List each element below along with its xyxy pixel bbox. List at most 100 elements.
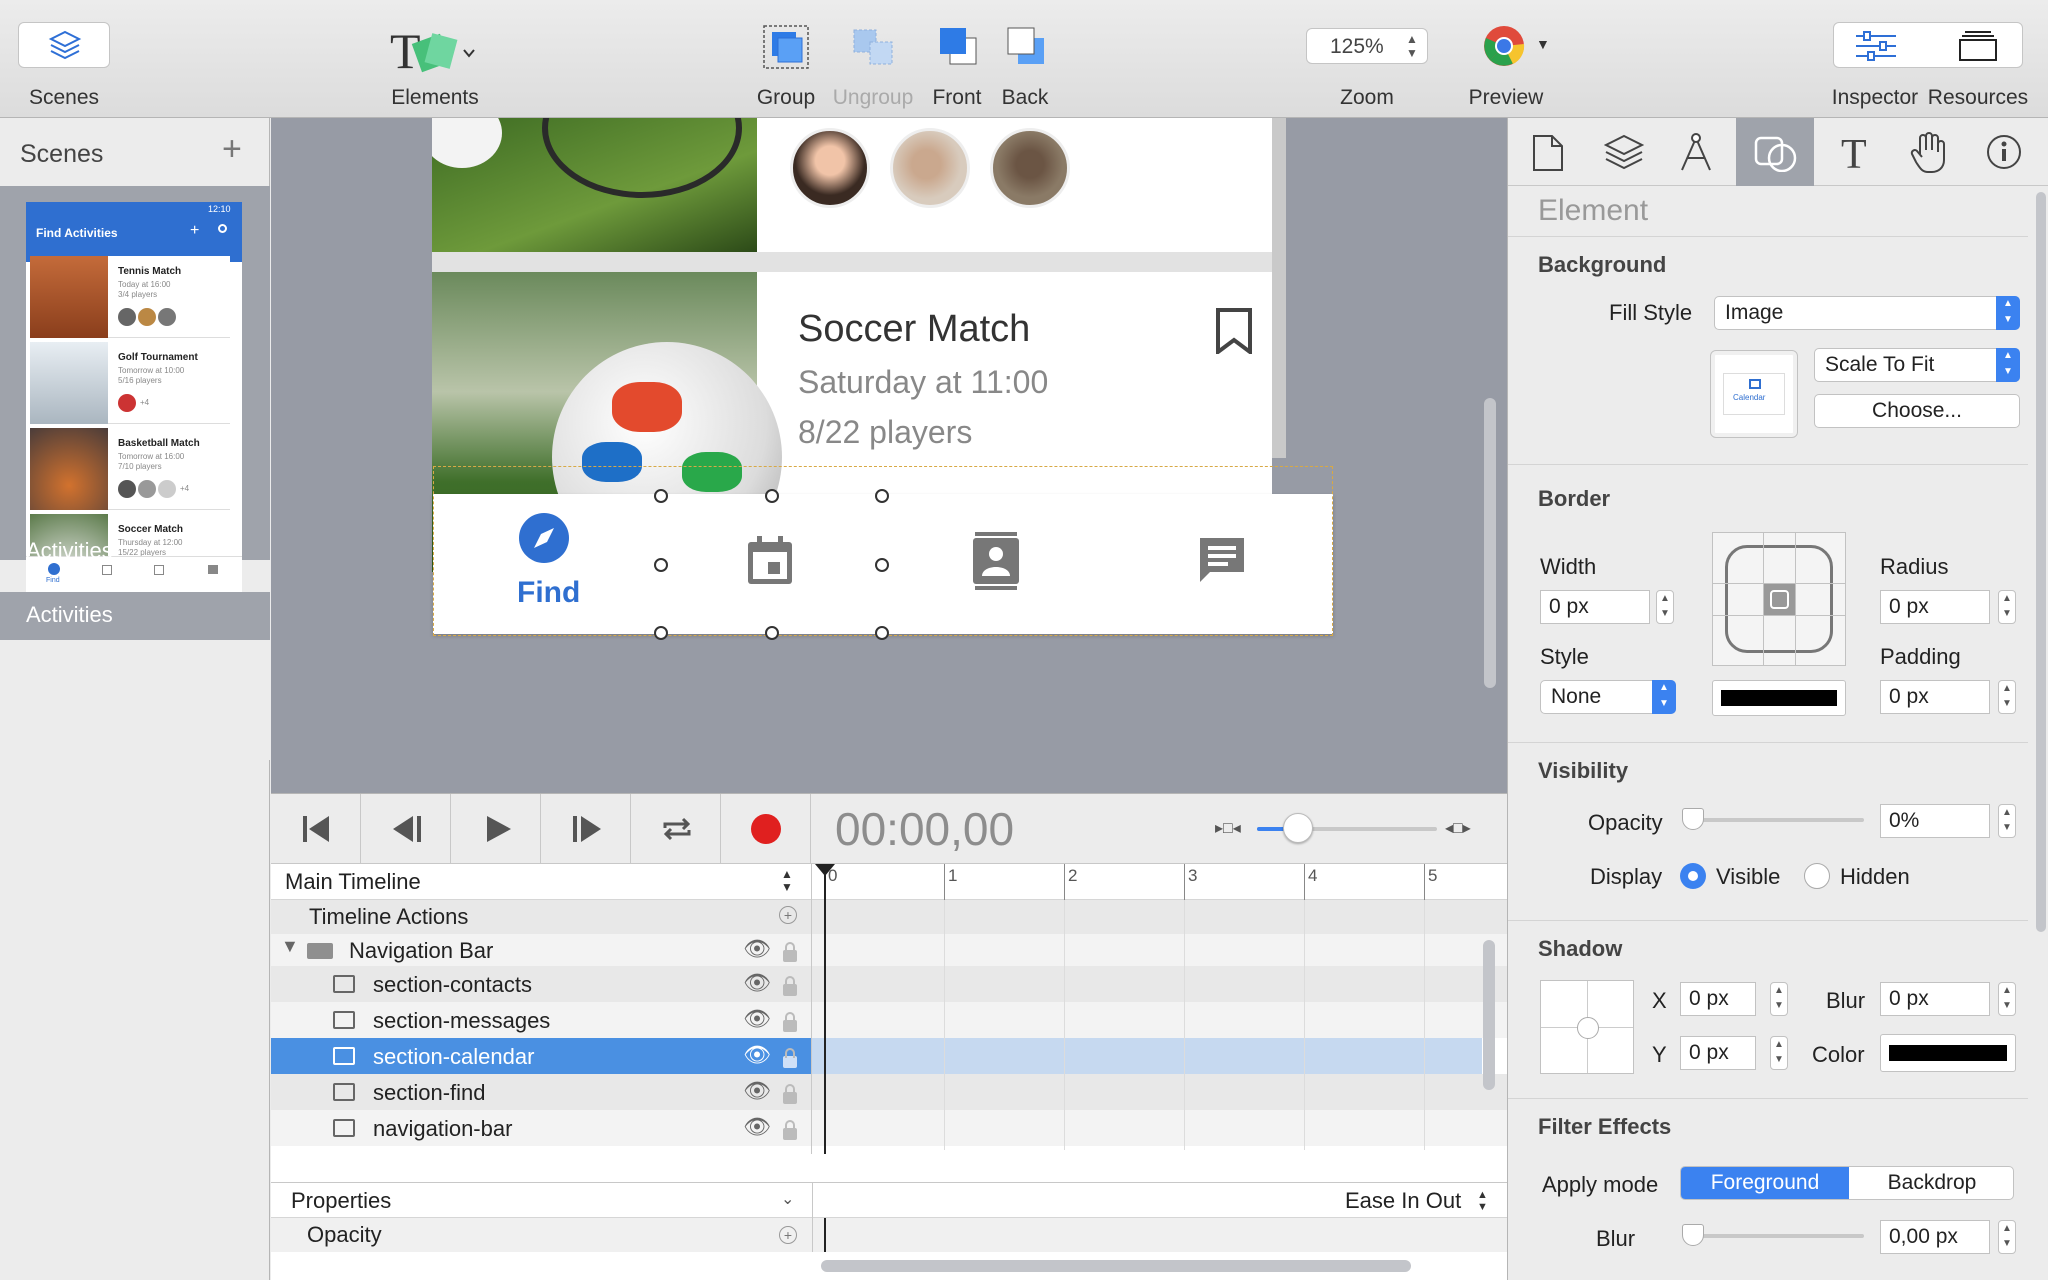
layer-row[interactable]: section-find 👁 <box>271 1074 811 1110</box>
scene-item-selected[interactable]: 12:10 Find Activities + Tennis Match Tod… <box>0 186 270 592</box>
step-forward-button[interactable] <box>541 794 631 864</box>
easing-selector[interactable]: Ease In Out <box>1345 1188 1461 1214</box>
playhead-marker[interactable] <box>815 864 835 876</box>
image-well[interactable]: Calendar <box>1710 350 1798 438</box>
border-radius-field[interactable]: 0 px <box>1880 590 1990 624</box>
border-sides-selector[interactable] <box>1712 532 1846 666</box>
metrics-icon[interactable] <box>1678 132 1714 172</box>
bring-front-button[interactable]: Front <box>924 22 990 112</box>
resize-handle[interactable] <box>654 626 668 640</box>
layer-row[interactable]: section-messages 👁 <box>271 1002 811 1038</box>
visibility-eye-icon[interactable]: 👁 <box>743 1078 771 1104</box>
shadow-y-field[interactable]: 0 px <box>1680 1036 1756 1070</box>
inspector-toolbar-button[interactable]: Inspector <box>1826 22 1924 112</box>
opacity-field[interactable]: 0% <box>1880 804 1990 838</box>
zoom-out-icon[interactable]: ▸□◂ <box>1215 818 1245 838</box>
inspector-scrollbar[interactable] <box>2036 192 2046 932</box>
backdrop-segment[interactable]: Backdrop <box>1849 1167 2013 1199</box>
shadow-offset-pad[interactable] <box>1540 980 1634 1074</box>
play-button[interactable] <box>451 794 541 864</box>
playhead[interactable] <box>824 864 826 1154</box>
padding-field[interactable]: 0 px <box>1880 680 1990 714</box>
properties-row[interactable]: Properties ⌄ Ease In Out ▲ ▼ <box>271 1182 1507 1219</box>
shadow-blur-stepper[interactable]: ▲ ▼ <box>1998 982 2016 1016</box>
hand-pointer-icon[interactable] <box>1908 132 1948 174</box>
slider-knob[interactable] <box>1682 808 1704 830</box>
visibility-eye-icon[interactable]: 👁 <box>743 936 771 962</box>
resize-handle[interactable] <box>765 489 779 503</box>
add-keyframe-icon[interactable]: + <box>779 1226 797 1244</box>
lock-icon[interactable] <box>783 1120 797 1140</box>
chevron-down-icon[interactable]: ⌄ <box>781 1189 794 1209</box>
lock-icon[interactable] <box>783 1084 797 1104</box>
choose-image-button[interactable]: Choose... <box>1814 394 2020 428</box>
go-to-start-button[interactable] <box>271 794 361 864</box>
ungroup-button[interactable]: Ungroup <box>830 22 916 112</box>
resize-handle[interactable] <box>875 489 889 503</box>
add-scene-button[interactable]: + <box>222 130 242 169</box>
border-color-well[interactable] <box>1712 680 1846 716</box>
shadow-blur-field[interactable]: 0 px <box>1880 982 1990 1016</box>
scale-select[interactable]: Scale To Fit ▲ ▼ <box>1814 348 2020 382</box>
filter-blur-field[interactable]: 0,00 px <box>1880 1220 1990 1254</box>
disclosure-triangle-icon[interactable]: ▼ <box>281 936 299 957</box>
elements-toolbar-button[interactable]: T Elements <box>380 18 490 118</box>
layer-group-navigation-bar[interactable]: ▼ Navigation Bar 👁 <box>271 934 811 966</box>
bookmark-icon[interactable] <box>1214 308 1254 354</box>
visibility-eye-icon[interactable]: 👁 <box>743 1006 771 1032</box>
record-button[interactable] <box>721 794 811 864</box>
zoom-in-icon[interactable]: ◂□▸ <box>1445 818 1485 838</box>
zoom-control[interactable]: 125% ▲ ▼ Zoom <box>1306 28 1428 118</box>
visibility-eye-icon[interactable]: 👁 <box>743 970 771 996</box>
tab-element-selected[interactable] <box>1736 118 1814 186</box>
layer-row-selected[interactable]: section-calendar 👁 <box>271 1038 811 1074</box>
visibility-eye-icon[interactable]: 👁 <box>743 1114 771 1140</box>
filter-blur-slider[interactable] <box>1682 1224 1864 1246</box>
document-icon[interactable] <box>1532 134 1564 172</box>
resize-handle[interactable] <box>654 489 668 503</box>
foreground-segment[interactable]: Foreground <box>1681 1167 1849 1199</box>
add-action-icon[interactable]: + <box>779 906 797 924</box>
slider-knob[interactable] <box>1682 1224 1704 1246</box>
visible-radio[interactable] <box>1680 863 1706 889</box>
padding-stepper[interactable]: ▲ ▼ <box>1998 680 2016 714</box>
border-style-select[interactable]: None ▲ ▼ <box>1540 680 1676 714</box>
layer-row[interactable]: navigation-bar 👁 <box>271 1110 811 1146</box>
preview-button[interactable]: ▼ Preview <box>1460 22 1552 112</box>
lock-icon[interactable] <box>783 1012 797 1032</box>
timeline-actions-row[interactable]: Timeline Actions + <box>271 900 811 934</box>
tracks-scrollbar[interactable] <box>1483 940 1495 1090</box>
layers-icon[interactable] <box>1604 134 1644 170</box>
scenes-toolbar-button[interactable]: Scenes <box>18 22 110 132</box>
fill-style-select[interactable]: Image ▲ ▼ <box>1714 296 2020 330</box>
step-back-button[interactable] <box>361 794 451 864</box>
canvas-scrollbar[interactable] <box>1484 398 1496 688</box>
send-back-button[interactable]: Back <box>992 22 1058 112</box>
shadow-y-stepper[interactable]: ▲ ▼ <box>1770 1036 1788 1070</box>
resize-handle[interactable] <box>765 626 779 640</box>
group-button[interactable]: Group <box>750 22 822 112</box>
design-canvas[interactable]: Soccer Match Saturday at 11:00 8/22 play… <box>271 118 1507 793</box>
resize-handle[interactable] <box>654 558 668 572</box>
main-timeline-selector[interactable]: Main Timeline ▲ ▼ <box>271 864 811 900</box>
text-icon[interactable]: T <box>1838 132 1872 172</box>
resize-handle[interactable] <box>875 558 889 572</box>
resources-toolbar-button[interactable]: Resources <box>1926 22 2030 112</box>
layer-row[interactable]: section-contacts 👁 <box>271 966 811 1002</box>
opacity-property-row[interactable]: Opacity + <box>271 1218 1507 1252</box>
border-width-stepper[interactable]: ▲ ▼ <box>1656 590 1674 624</box>
opacity-stepper[interactable]: ▲ ▼ <box>1998 804 2016 838</box>
timeline-horizontal-scrollbar[interactable] <box>821 1260 1411 1272</box>
timeline-tracks[interactable]: 0 1 2 3 4 5 <box>812 864 1507 1154</box>
filter-blur-stepper[interactable]: ▲ ▼ <box>1998 1220 2016 1254</box>
slider-knob[interactable] <box>1283 813 1313 843</box>
hidden-radio[interactable] <box>1804 863 1830 889</box>
resize-handle[interactable] <box>875 626 889 640</box>
info-icon[interactable] <box>1986 134 2022 170</box>
shadow-color-well[interactable] <box>1880 1034 2016 1072</box>
opacity-slider[interactable] <box>1682 808 1864 830</box>
border-width-field[interactable]: 0 px <box>1540 590 1650 624</box>
shadow-x-stepper[interactable]: ▲ ▼ <box>1770 982 1788 1016</box>
lock-icon[interactable] <box>783 1048 797 1068</box>
visibility-eye-icon[interactable]: 👁 <box>743 1042 771 1068</box>
